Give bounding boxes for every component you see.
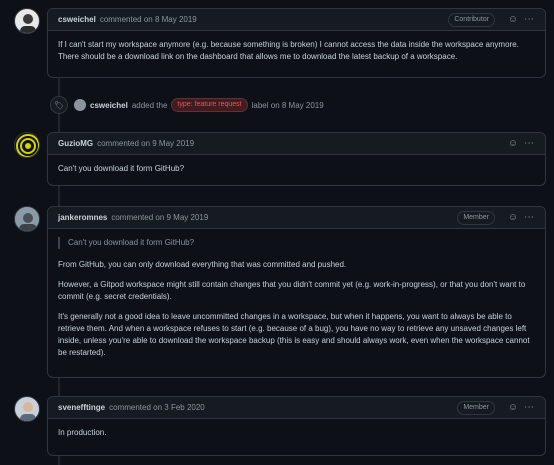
event-suffix: label on 8 May 2019 [251,100,324,110]
smiley-icon[interactable]: ☺ [507,138,519,149]
comment-3: jankeromnes commented on 9 May 2019 Memb… [47,206,546,378]
comment-body: If I can't start my workspace anymore (e… [48,31,545,71]
avatar-svenefftinge[interactable] [14,396,40,422]
comment-paragraph: It's generally not a good idea to leave … [58,312,530,357]
event-actor[interactable]: csweichel [90,101,128,110]
comment-paragraph: In production. [58,428,107,437]
comment-paragraph: From GitHub, you can only download every… [58,260,347,269]
comment-paragraph: However, a Gitpod workspace might still … [58,280,526,301]
comment-timestamp[interactable]: commented on 9 May 2019 [97,139,194,148]
avatar-guziomg[interactable] [14,132,40,158]
comment-paragraph: If I can't start my workspace anymore (e… [58,40,519,61]
label-event: 🏷 csweichel added the type: feature requ… [50,96,324,114]
comment-timestamp[interactable]: commented on 9 May 2019 [111,213,208,222]
comment-paragraph: Can't you download it form GitHub? [58,164,185,173]
smiley-icon[interactable]: ☺ [507,212,519,223]
smiley-icon[interactable]: ☺ [507,14,519,25]
avatar-jankeromnes[interactable] [14,206,40,232]
author-role-badge: Member [457,210,495,225]
comment-author[interactable]: csweichel [58,15,96,24]
comment-header: GuzioMG commented on 9 May 2019 ☺ ⋯ [48,133,545,155]
comment-4: svenefftinge commented on 3 Feb 2020 Mem… [47,396,546,456]
comment-author[interactable]: GuzioMG [58,139,93,148]
author-role-badge: Contributor [448,12,495,27]
feature-request-label[interactable]: type: feature request [171,98,248,112]
comment-header: csweichel commented on 8 May 2019 Contri… [48,9,545,31]
quoted-reply: Can't you download it form GitHub? [58,237,535,249]
comment-2: GuzioMG commented on 9 May 2019 ☺ ⋯ Can'… [47,132,546,186]
comment-author[interactable]: jankeromnes [58,213,107,222]
kebab-menu-icon[interactable]: ⋯ [523,212,535,223]
author-role-badge: Member [457,400,495,415]
smiley-icon[interactable]: ☺ [507,402,519,413]
kebab-menu-icon[interactable]: ⋯ [523,138,535,149]
comment-1: csweichel commented on 8 May 2019 Contri… [47,8,546,78]
comment-body: Can't you download it form GitHub? [48,155,545,183]
comment-timestamp[interactable]: commented on 3 Feb 2020 [109,403,205,412]
event-avatar[interactable] [74,99,86,111]
avatar-csweichel[interactable] [14,8,40,34]
comment-header: jankeromnes commented on 9 May 2019 Memb… [48,207,545,229]
comment-header: svenefftinge commented on 3 Feb 2020 Mem… [48,397,545,419]
comment-body: Can't you download it form GitHub? From … [48,229,545,367]
comment-body: In production. [48,419,545,447]
event-action: added the [131,100,168,110]
tag-icon: 🏷 [50,96,68,114]
kebab-menu-icon[interactable]: ⋯ [523,14,535,25]
kebab-menu-icon[interactable]: ⋯ [523,402,535,413]
comment-timestamp[interactable]: commented on 8 May 2019 [100,15,197,24]
comment-author[interactable]: svenefftinge [58,403,105,412]
